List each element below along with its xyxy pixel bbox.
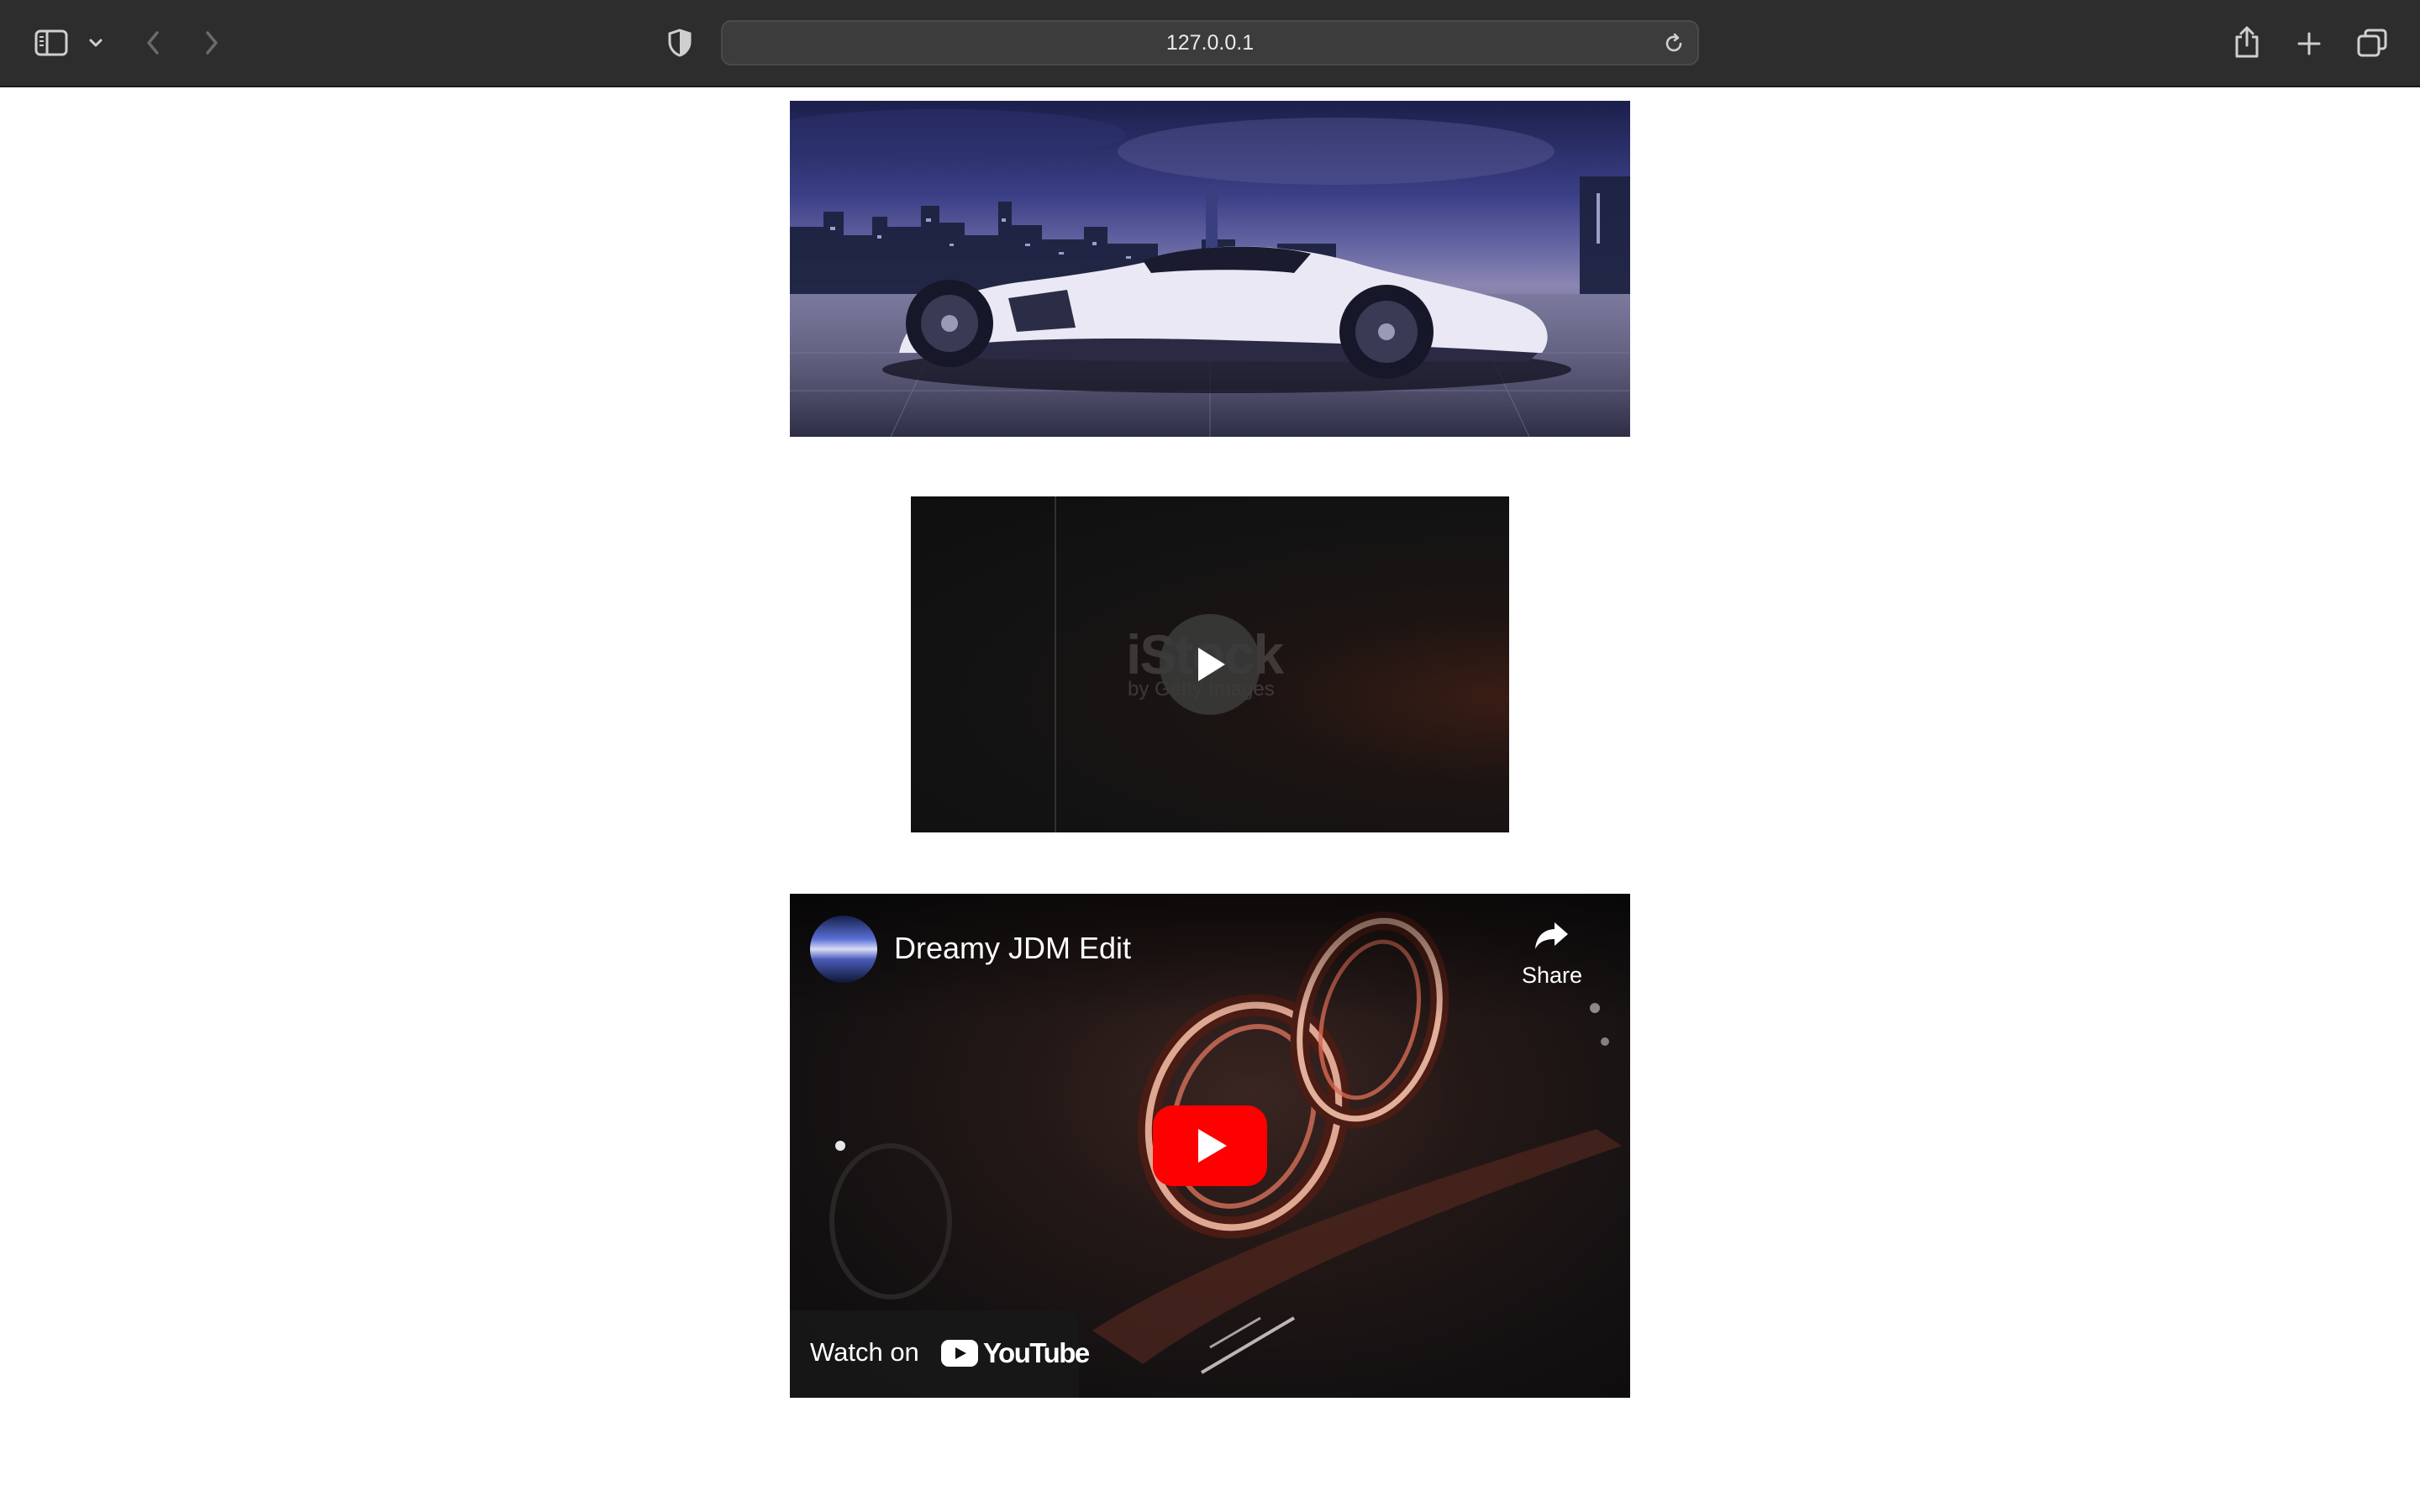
tab-overview-button[interactable]	[2353, 24, 2391, 62]
channel-avatar[interactable]	[810, 916, 877, 983]
new-tab-button[interactable]	[2291, 25, 2328, 62]
forward-arrow-icon	[206, 31, 218, 55]
share-button[interactable]: Share	[1514, 912, 1590, 988]
youtube-play-button[interactable]	[1153, 1105, 1267, 1186]
reload-icon[interactable]	[1662, 32, 1686, 55]
video-title[interactable]: Dreamy JDM Edit	[894, 931, 1131, 966]
share-icon	[2235, 26, 2259, 58]
youtube-logo: YouTube	[941, 1337, 1090, 1369]
share-arrow-icon	[1535, 922, 1568, 949]
privacy-report-button[interactable]	[664, 25, 696, 60]
browser-toolbar: 127.0.0.1	[0, 0, 2420, 87]
film-scratch	[1055, 496, 1056, 832]
play-button[interactable]	[1160, 614, 1260, 715]
address-bar[interactable]: 127.0.0.1	[721, 20, 1699, 66]
watch-on-youtube-button[interactable]: Watch on YouTube	[790, 1310, 1090, 1398]
chevron-down-icon	[89, 39, 103, 47]
sidebar-menu-button[interactable]	[84, 32, 108, 54]
share-label: Share	[1521, 963, 1583, 988]
shield-icon	[668, 29, 692, 57]
forward-button[interactable]	[197, 25, 227, 60]
play-icon	[1198, 648, 1225, 681]
back-button[interactable]	[138, 25, 168, 60]
watch-on-label: Watch on	[810, 1337, 919, 1367]
share-page-button[interactable]	[2228, 22, 2265, 62]
stock-video-player[interactable]: iStock by Getty Images	[911, 496, 1509, 832]
car-image	[790, 101, 1630, 437]
sidebar-toggle-button[interactable]	[32, 25, 71, 60]
sidebar-icon	[34, 29, 68, 56]
back-arrow-icon	[147, 31, 159, 55]
youtube-logo-icon	[941, 1340, 978, 1367]
url-text: 127.0.0.1	[1165, 30, 1255, 55]
plus-icon	[2297, 32, 2321, 55]
youtube-embed[interactable]: Dreamy JDM Edit Share Watch on YouTube	[790, 894, 1630, 1398]
youtube-logo-text: YouTube	[983, 1337, 1090, 1368]
tab-overview-icon	[2357, 29, 2387, 57]
